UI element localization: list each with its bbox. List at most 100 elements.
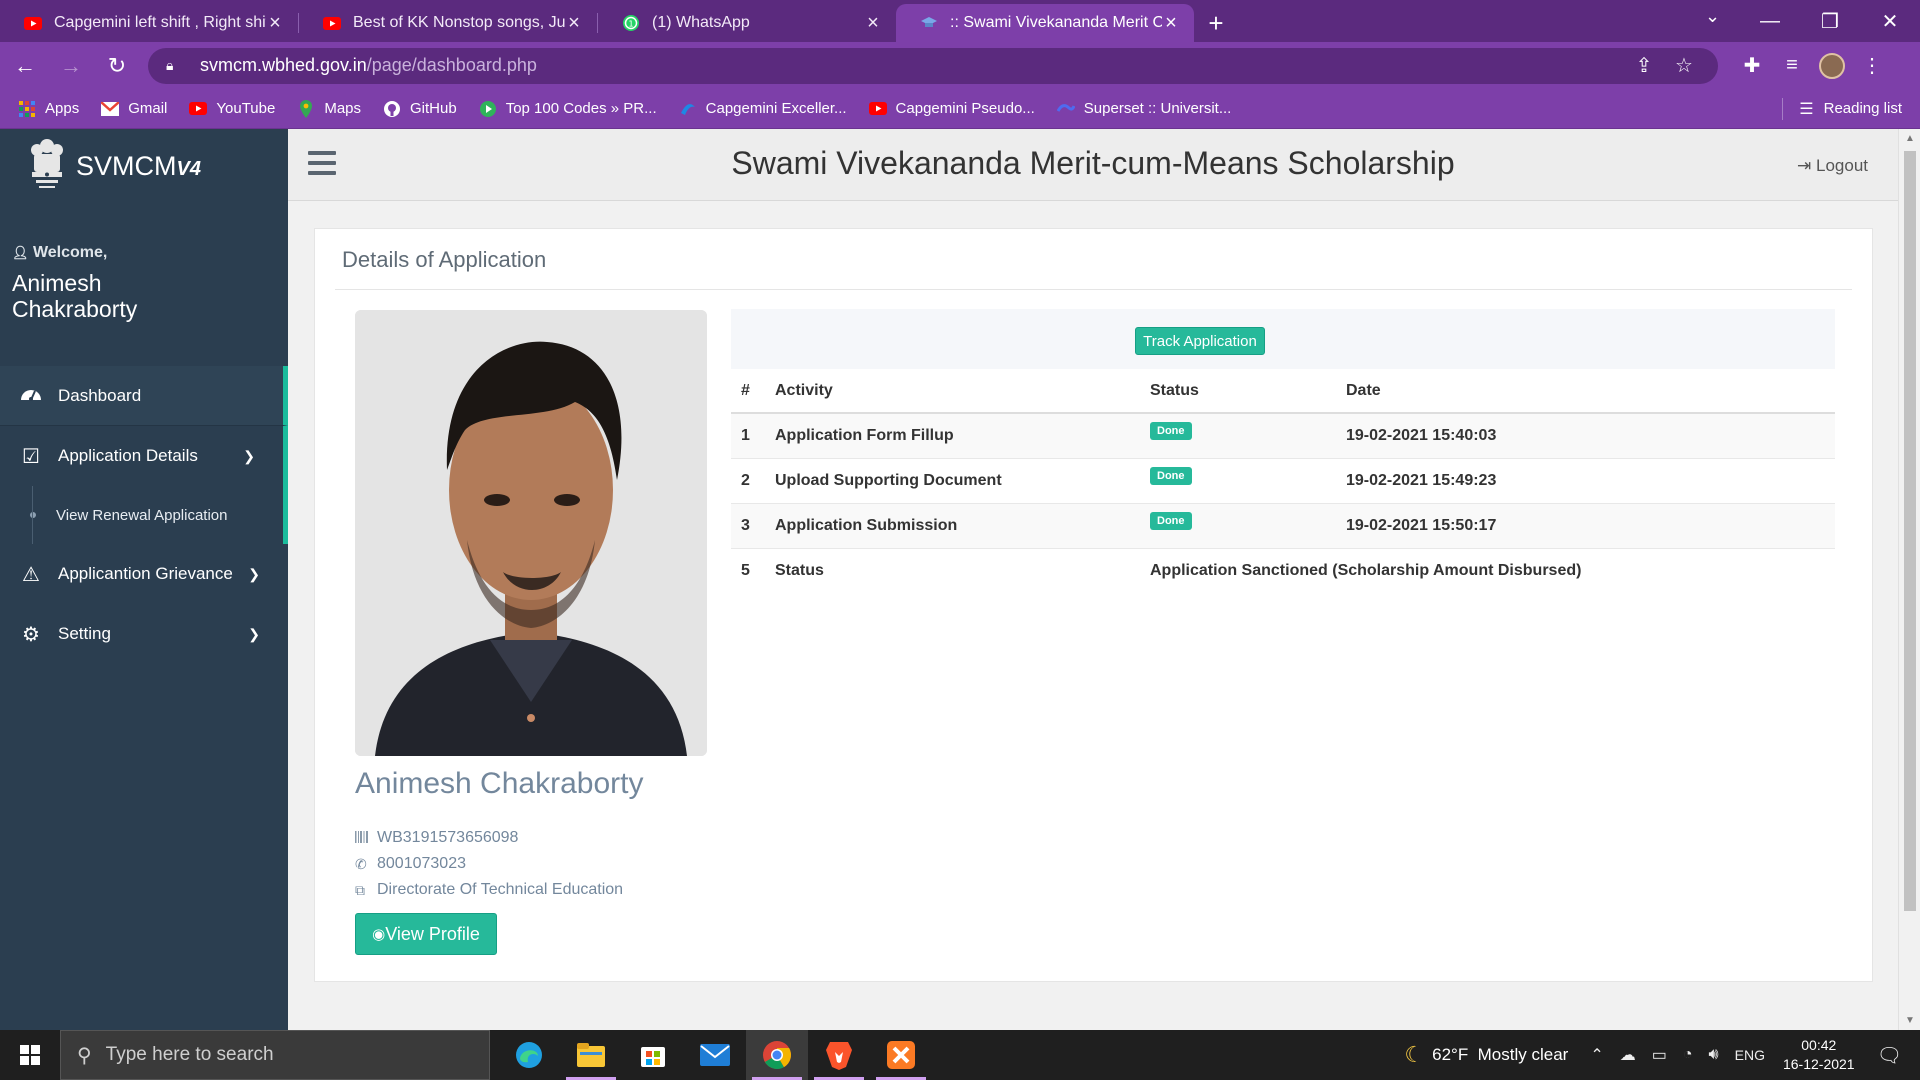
language-indicator[interactable]: ENG [1735, 1047, 1765, 1063]
close-tab-icon[interactable]: × [266, 12, 284, 35]
scholarship-icon [920, 14, 938, 32]
weather-text[interactable]: 62°F Mostly clear [1432, 1045, 1568, 1065]
welcome-text: Welcome, [32, 244, 108, 261]
scroll-down-arrow-icon[interactable]: ▼ [1899, 1015, 1920, 1026]
share-icon[interactable]: ⇪ [1624, 53, 1664, 78]
edge-browser-icon[interactable] [498, 1030, 560, 1080]
notifications-icon[interactable]: 🗨︎ [1877, 1043, 1902, 1068]
bookmark-capgemini-excellencer[interactable]: Capgemini Exceller... [679, 100, 847, 118]
bookmark-apps[interactable]: Apps [18, 100, 79, 118]
reload-icon[interactable]: ↻ [96, 46, 138, 86]
bookmark-gmail[interactable]: Gmail [101, 100, 167, 118]
sidebar-subitem-view-renewal[interactable]: View Renewal Application [0, 486, 288, 544]
external-link-icon: ⧉ [355, 881, 365, 898]
xampp-icon[interactable] [870, 1030, 932, 1080]
close-window-icon[interactable]: ✕ [1860, 0, 1920, 42]
extensions-puzzle-icon[interactable]: ✚ [1732, 46, 1772, 86]
user-icon: 👤︎ [12, 245, 29, 260]
table-row-final-status: 5 Status Application Sanctioned (Scholar… [731, 547, 1835, 593]
file-explorer-icon[interactable] [560, 1030, 622, 1080]
taskbar-search-box[interactable]: ⚲ Type here to search [60, 1030, 490, 1080]
mail-icon[interactable] [684, 1030, 746, 1080]
forward-arrow-icon[interactable]: → [50, 46, 92, 86]
sidebar-item-dashboard[interactable]: Dashboard [0, 366, 288, 426]
bookmark-label: YouTube [216, 100, 276, 117]
clock-time: 00:42 [1801, 1037, 1837, 1053]
sidebar-item-setting[interactable]: ⚙ Setting ❯ [0, 604, 288, 664]
back-arrow-icon[interactable]: ← [4, 46, 46, 86]
browser-tab[interactable]: 1 (1) WhatsApp × [598, 4, 896, 42]
department: ⧉ Directorate Of Technical Education [355, 881, 623, 899]
chevron-up-icon[interactable]: ⌃ [1590, 1045, 1603, 1065]
windows-start-icon[interactable] [0, 1030, 60, 1080]
battery-icon[interactable]: ▭ [1652, 1045, 1667, 1065]
activity-date: 19-02-2021 15:50:17 [1346, 502, 1835, 548]
sidebar-item-application-details[interactable]: ☑ Application Details ❯ [0, 426, 288, 486]
bookmark-label: Gmail [128, 100, 168, 117]
lock-icon[interactable]: 🔒︎ [166, 57, 190, 74]
weather-moon-icon[interactable]: ☾ [1404, 1042, 1424, 1068]
browser-tab-active[interactable]: :: Swami Vivekananda Merit Cum × [896, 4, 1194, 42]
status-cell: Done [1150, 502, 1346, 548]
bookmark-maps[interactable]: Maps [297, 99, 361, 118]
bookmarks-bar: Apps Gmail YouTube Maps GitHub Top 100 C… [0, 89, 1920, 129]
network-drive-icon[interactable]: ☁ [1620, 1045, 1636, 1065]
bookmark-superset[interactable]: Superset :: Universit... [1056, 100, 1232, 118]
phone-value: 8001073023 [377, 855, 466, 872]
close-tab-icon[interactable]: × [864, 12, 882, 35]
browser-tab[interactable]: Capgemini left shift , Right shift , × [0, 4, 298, 42]
superset-icon [1056, 100, 1075, 118]
wifi-icon[interactable]: ◔ [1683, 1046, 1693, 1064]
profile-avatar[interactable] [1812, 46, 1852, 86]
status-badge: Done [1150, 422, 1192, 441]
row-number: 1 [731, 412, 775, 458]
scroll-up-arrow-icon[interactable]: ▲ [1899, 133, 1920, 144]
bookmark-youtube[interactable]: YouTube [189, 100, 275, 118]
reading-list-button[interactable]: ☰ Reading list [1782, 97, 1902, 120]
url-text[interactable]: svmcm.wbhed.gov.in/page/dashboard.php [200, 55, 1624, 76]
minimize-icon[interactable]: — [1740, 0, 1800, 42]
bookmark-label: Superset :: Universit... [1083, 100, 1232, 117]
close-tab-icon[interactable]: × [565, 12, 583, 35]
sidebar-item-label: Setting [58, 624, 111, 643]
svg-text:1: 1 [628, 20, 633, 29]
track-application-button[interactable]: Track Application [1135, 327, 1265, 355]
tab-title: (1) WhatsApp [652, 14, 750, 31]
media-queue-icon[interactable]: ≡ [1772, 46, 1812, 86]
scrollbar-thumb[interactable] [1904, 151, 1916, 911]
logout-link[interactable]: ⇥ Logout [1797, 156, 1868, 176]
tab-search-chevron-icon[interactable]: ⌄ [1705, 6, 1720, 27]
youtube-icon [189, 100, 208, 118]
bookmark-label: Capgemini Exceller... [705, 100, 847, 117]
microsoft-store-icon[interactable] [622, 1030, 684, 1080]
department-value: Directorate Of Technical Education [377, 881, 624, 898]
view-profile-button[interactable]: ◉ View Profile [355, 913, 497, 955]
sidebar-item-label: Application Details [58, 446, 198, 465]
new-tab-button[interactable]: + [1194, 4, 1238, 42]
brave-browser-icon[interactable] [808, 1030, 870, 1080]
activity-name: Application Submission [775, 502, 1150, 548]
brand[interactable]: SVMCMV4 [0, 129, 288, 204]
browser-tab[interactable]: Best of KK Nonstop songs, Jukeb × [299, 4, 597, 42]
url-host: svmcm.wbhed.gov.in [200, 55, 367, 75]
address-bar[interactable]: 🔒︎ svmcm.wbhed.gov.in/page/dashboard.php… [148, 47, 1718, 84]
page-scrollbar[interactable]: ▲ ▼ [1898, 129, 1920, 1030]
volume-icon[interactable]: 🔊︎ [1709, 1046, 1719, 1064]
activity-name: Upload Supporting Document [775, 457, 1150, 503]
profile-photo [355, 310, 707, 756]
profile-name: Animesh Chakraborty [355, 767, 644, 800]
bookmark-github[interactable]: GitHub [383, 100, 457, 118]
browser-menu-icon[interactable]: ⋮ [1852, 46, 1892, 86]
clock[interactable]: 00:42 16-12-2021 [1783, 1036, 1855, 1074]
bookmark-capgemini-pseudo[interactable]: Capgemini Pseudo... [868, 100, 1035, 118]
bookmark-star-icon[interactable]: ☆ [1664, 53, 1704, 78]
close-tab-icon[interactable]: × [1162, 12, 1180, 35]
table-row: 3 Application Submission Done 19-02-2021… [731, 502, 1835, 548]
row-number: 5 [731, 547, 775, 593]
bookmark-top-100-codes[interactable]: Top 100 Codes » PR... [479, 100, 657, 118]
application-details-panel: Details of Application Animesh Chakrabor… [314, 228, 1873, 982]
final-status-value: Application Sanctioned (Scholarship Amou… [1150, 547, 1835, 593]
sidebar-item-grievance[interactable]: ⚠ Applicantion Grievance ❯ [0, 544, 288, 604]
chrome-icon[interactable] [746, 1030, 808, 1080]
restore-icon[interactable]: ❐ [1800, 0, 1860, 42]
